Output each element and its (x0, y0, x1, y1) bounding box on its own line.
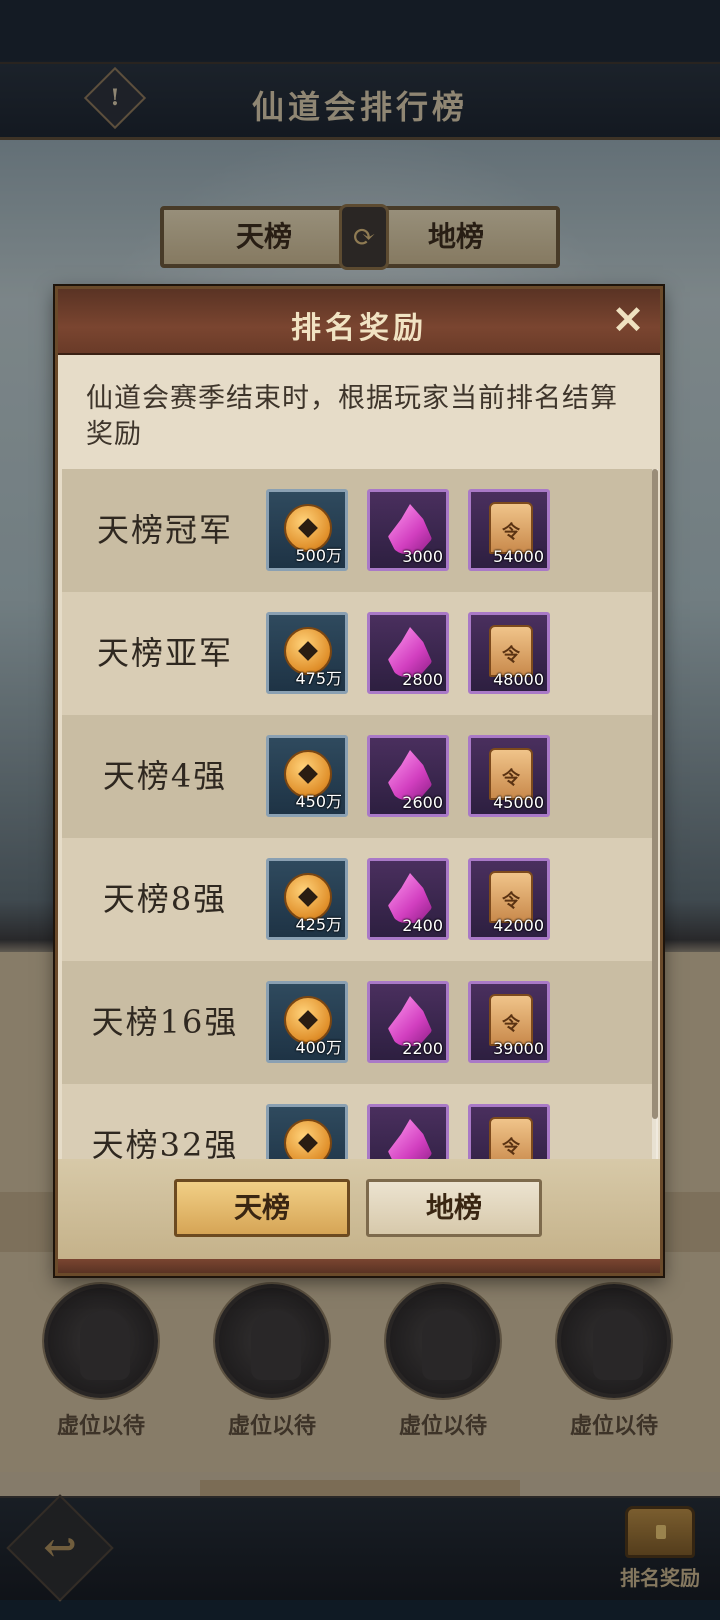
token-reward[interactable]: 令 (468, 1104, 550, 1159)
crystal-reward[interactable]: 2400 (367, 858, 449, 940)
token-reward[interactable]: 令 48000 (468, 612, 550, 694)
coin-reward[interactable]: 500万 (266, 489, 348, 571)
reward-row: 天榜32强 令 (62, 1084, 656, 1159)
token-glyph: 令 (502, 522, 520, 543)
reward-quantity: 48000 (493, 670, 544, 689)
reward-quantity: 2600 (402, 793, 443, 812)
reward-quantity: 3000 (402, 547, 443, 566)
tab-dibang-reward[interactable]: 地榜 (366, 1179, 542, 1237)
rank-label: 天榜8强 (102, 880, 228, 918)
token-glyph: 令 (502, 1014, 520, 1035)
reward-quantity: 475万 (295, 669, 342, 688)
crystal-reward[interactable]: 3000 (367, 489, 449, 571)
close-icon[interactable]: ✕ (608, 301, 648, 341)
crystal-reward[interactable] (367, 1104, 449, 1159)
crystal-reward[interactable]: 2600 (367, 735, 449, 817)
dialog-description: 仙道会赛季结束时，根据玩家当前排名结算奖励 (86, 383, 618, 450)
reward-row: 天榜4强 450万 2600 令 45000 (62, 715, 656, 838)
reward-quantity: 45000 (493, 793, 544, 812)
token-glyph: 令 (502, 645, 520, 666)
reward-quantity: 2400 (402, 916, 443, 935)
reward-quantity: 500万 (295, 546, 342, 565)
token-reward[interactable]: 令 54000 (468, 489, 550, 571)
token-glyph: 令 (502, 768, 520, 789)
reward-row: 天榜16强 400万 2200 令 39000 (62, 961, 656, 1084)
dialog-title: 排名奖励 (291, 311, 427, 346)
reward-quantity: 2200 (402, 1039, 443, 1058)
rank-label: 天榜4强 (102, 757, 228, 795)
dialog-header: 排名奖励 ✕ (58, 289, 660, 355)
crystal-reward[interactable]: 2200 (367, 981, 449, 1063)
reward-row: 天榜8强 425万 2400 令 42000 (62, 838, 656, 961)
coin-reward[interactable]: 450万 (266, 735, 348, 817)
reward-row: 天榜亚军 475万 2800 令 48000 (62, 592, 656, 715)
crystal-icon (388, 1119, 432, 1159)
token-reward[interactable]: 令 39000 (468, 981, 550, 1063)
coin-reward[interactable] (266, 1104, 348, 1159)
coin-reward[interactable]: 425万 (266, 858, 348, 940)
token-reward[interactable]: 令 45000 (468, 735, 550, 817)
coin-reward[interactable]: 400万 (266, 981, 348, 1063)
dialog-bottom-strip (58, 1259, 660, 1273)
reward-quantity: 450万 (295, 792, 342, 811)
token-icon: 令 (489, 1117, 533, 1159)
reward-row: 天榜冠军 500万 3000 令 54000 (62, 469, 656, 592)
tab-tianbang-reward[interactable]: 天榜 (174, 1179, 350, 1237)
crystal-reward[interactable]: 2800 (367, 612, 449, 694)
rank-label: 天榜32强 (91, 1126, 239, 1159)
reward-quantity: 54000 (493, 547, 544, 566)
reward-quantity: 39000 (493, 1039, 544, 1058)
reward-quantity: 425万 (295, 915, 342, 934)
reward-quantity: 400万 (295, 1038, 342, 1057)
dialog-footer: 天榜 地榜 (58, 1159, 660, 1259)
coin-icon (284, 1119, 332, 1159)
token-glyph: 令 (502, 891, 520, 912)
token-glyph: 令 (502, 1137, 520, 1158)
reward-quantity: 2800 (402, 670, 443, 689)
rank-label: 天榜16强 (91, 1003, 239, 1041)
rank-label: 天榜冠军 (96, 511, 233, 549)
rank-reward-dialog: 排名奖励 ✕ 仙道会赛季结束时，根据玩家当前排名结算奖励 天榜冠军 500万 3… (55, 286, 663, 1276)
coin-reward[interactable]: 475万 (266, 612, 348, 694)
rank-label: 天榜亚军 (96, 634, 233, 672)
reward-quantity: 42000 (493, 916, 544, 935)
reward-list[interactable]: 天榜冠军 500万 3000 令 54000 天榜亚军 475万 2800 令 48… (62, 469, 656, 1159)
token-reward[interactable]: 令 42000 (468, 858, 550, 940)
scrollbar-thumb[interactable] (652, 469, 658, 1119)
